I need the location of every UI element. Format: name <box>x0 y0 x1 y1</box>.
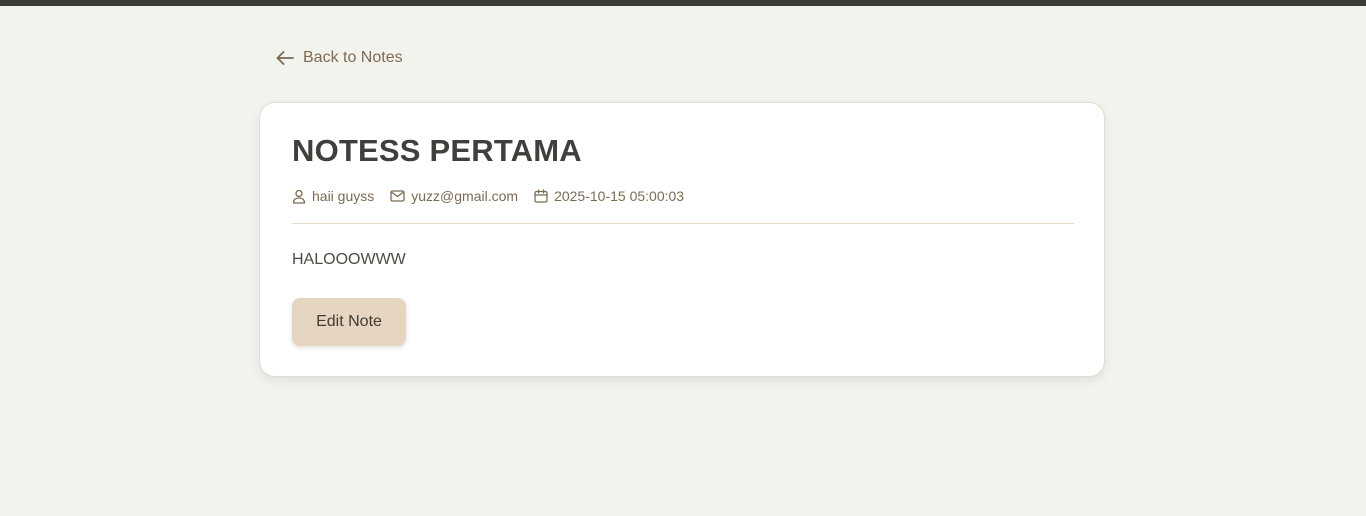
mail-icon <box>390 190 405 202</box>
note-meta: haii guyss yuzz@gmail.com 2025-10-15 05:… <box>292 188 684 204</box>
edit-note-button[interactable]: Edit Note <box>292 298 406 346</box>
note-date: 2025-10-15 05:00:03 <box>534 188 684 204</box>
top-bar <box>0 0 1366 6</box>
author-name: haii guyss <box>312 188 375 204</box>
author-email: yuzz@gmail.com <box>411 188 519 204</box>
divider <box>292 223 1074 224</box>
note-email: yuzz@gmail.com <box>390 188 518 204</box>
arrow-left-icon <box>276 51 294 65</box>
note-author: haii guyss <box>292 188 374 204</box>
calendar-icon <box>534 189 548 203</box>
note-content: HALOOOWWW <box>292 251 406 268</box>
user-icon <box>292 189 306 204</box>
back-link-label: Back to Notes <box>303 49 403 66</box>
note-card: NOTESS PERTAMA haii guyss yuzz@gmail.com <box>259 102 1105 377</box>
back-to-notes-link[interactable]: Back to Notes <box>276 47 403 69</box>
note-title: NOTESS PERTAMA <box>292 133 582 168</box>
note-date-text: 2025-10-15 05:00:03 <box>554 188 685 204</box>
